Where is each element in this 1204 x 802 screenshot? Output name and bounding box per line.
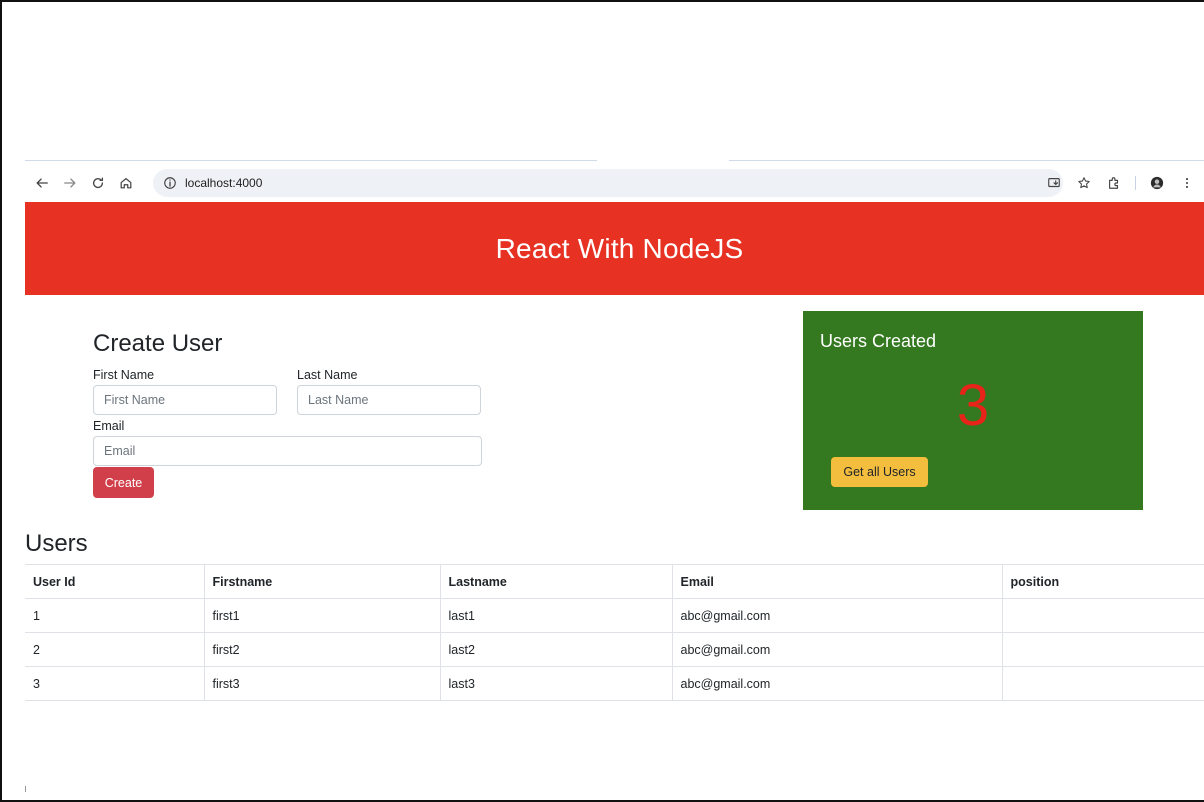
- cell-lastname: last3: [439, 666, 672, 701]
- window-edge-mark: [25, 786, 26, 792]
- toolbar-actions: [1045, 172, 1196, 194]
- browser-toolbar: localhost:4000: [25, 164, 1204, 202]
- create-user-form: Create User First Name Last Name Email C…: [93, 330, 493, 498]
- get-all-users-button[interactable]: Get all Users: [831, 457, 928, 487]
- cell-email: abc@gmail.com: [671, 666, 1002, 701]
- last-name-input[interactable]: [297, 385, 481, 415]
- email-label: Email: [93, 419, 125, 433]
- menu-icon[interactable]: [1178, 174, 1196, 192]
- cell-firstname: first1: [203, 598, 440, 633]
- address-bar[interactable]: localhost:4000: [153, 169, 1063, 197]
- cell-position: [1001, 666, 1204, 701]
- cell-user-id: 1: [25, 598, 204, 633]
- first-name-input[interactable]: [93, 385, 277, 415]
- cell-position: [1001, 598, 1204, 633]
- table-row: 2 first2 last2 abc@gmail.com: [25, 632, 1204, 667]
- cell-firstname: first2: [203, 632, 440, 667]
- table-row: 1 first1 last1 abc@gmail.com: [25, 598, 1204, 633]
- cell-lastname: last2: [439, 632, 672, 667]
- column-header-firstname: Firstname: [203, 564, 440, 599]
- cell-position: [1001, 632, 1204, 667]
- name-row: First Name Last Name: [93, 368, 493, 415]
- back-icon[interactable]: [31, 172, 53, 194]
- column-header-email: Email: [671, 564, 1002, 599]
- users-table: User Id Firstname Lastname Email positio…: [25, 564, 1204, 701]
- forward-icon[interactable]: [59, 172, 81, 194]
- email-group: Email: [93, 419, 493, 466]
- browser-window: localhost:4000 React With NodeJS Create: [25, 160, 1204, 792]
- users-section-title: Users: [25, 530, 88, 557]
- email-input[interactable]: [93, 436, 482, 466]
- cell-lastname: last1: [439, 598, 672, 633]
- cell-firstname: first3: [203, 666, 440, 701]
- last-name-label: Last Name: [297, 368, 358, 382]
- first-name-label: First Name: [93, 368, 155, 382]
- extensions-icon[interactable]: [1105, 174, 1123, 192]
- cell-user-id: 2: [25, 632, 204, 667]
- toolbar-separator: [1135, 176, 1136, 190]
- column-header-user-id: User Id: [25, 564, 204, 599]
- users-created-card: Users Created 3 Get all Users: [803, 311, 1143, 510]
- column-header-lastname: Lastname: [439, 564, 672, 599]
- cell-email: abc@gmail.com: [671, 598, 1002, 633]
- profile-icon[interactable]: [1148, 174, 1166, 192]
- table-row: 3 first3 last3 abc@gmail.com: [25, 666, 1204, 701]
- users-created-count: 3: [956, 373, 990, 438]
- first-name-group: First Name: [93, 368, 277, 415]
- install-icon[interactable]: [1045, 174, 1063, 192]
- info-icon[interactable]: [163, 176, 177, 190]
- reload-icon[interactable]: [87, 172, 109, 194]
- table-header-row: User Id Firstname Lastname Email positio…: [25, 564, 1204, 599]
- star-icon[interactable]: [1075, 174, 1093, 192]
- column-header-position: position: [1001, 564, 1204, 599]
- create-button[interactable]: Create: [93, 467, 154, 498]
- home-icon[interactable]: [115, 172, 137, 194]
- url-text: localhost:4000: [185, 176, 263, 190]
- users-created-title: Users Created: [820, 331, 937, 351]
- cell-user-id: 3: [25, 666, 204, 701]
- app-title: React With NodeJS: [495, 232, 744, 264]
- form-title: Create User: [93, 330, 223, 357]
- last-name-group: Last Name: [297, 368, 481, 415]
- cell-email: abc@gmail.com: [671, 632, 1002, 667]
- app-header: React With NodeJS: [25, 202, 1204, 295]
